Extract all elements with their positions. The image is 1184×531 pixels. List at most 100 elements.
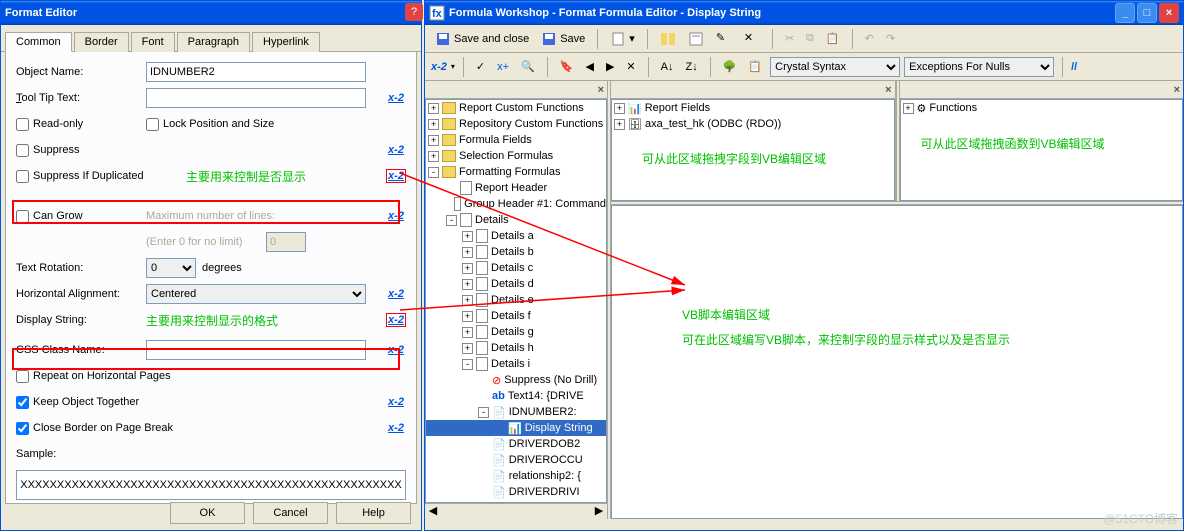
prev-bookmark[interactable]: ◀: [581, 58, 597, 75]
undo-button: ↶: [861, 30, 878, 47]
tooltip-input[interactable]: [146, 88, 366, 108]
tab-paragraph[interactable]: Paragraph: [177, 32, 250, 52]
x2-suppress[interactable]: x-2: [386, 144, 406, 156]
fields-note: 可从此区域拖拽字段到VB编辑区域: [642, 150, 826, 167]
x2-halign[interactable]: x-2: [386, 288, 406, 300]
x2-tooltip[interactable]: x-2: [386, 92, 406, 104]
vb-editor-area[interactable]: VB脚本编辑区域 可在此区域编写VB脚本，来控制字段的显示样式以及是否显示: [611, 205, 1183, 519]
properties-button[interactable]: [684, 29, 708, 49]
editor-note-1: VB脚本编辑区域: [682, 306, 770, 323]
save-close-button[interactable]: Save and close: [431, 29, 533, 49]
cssclass-label: CSS Class Name:: [16, 344, 146, 356]
tooltip-label: Tool Tip Text:: [16, 92, 146, 104]
minimize-icon[interactable]: _: [1115, 3, 1135, 23]
tree-node-details[interactable]: +Details e: [426, 292, 606, 308]
workshop-toolbar-1: Save and close Save ▾ ✎ ✕ ✂ ⧉ 📋 ↶ ↷: [425, 25, 1183, 53]
workshop-panels: × +Report Custom Functions +Repository C…: [425, 81, 1183, 519]
syntax-select[interactable]: Crystal Syntax: [770, 57, 900, 77]
cssclass-input[interactable]: [146, 340, 366, 360]
x2-keep[interactable]: x-2: [386, 396, 406, 408]
new-button[interactable]: ▾: [606, 29, 639, 49]
workshop-titlebar[interactable]: fx Formula Workshop - Format Formula Edi…: [425, 1, 1183, 25]
close-border-checkbox[interactable]: Close Border on Page Break: [16, 422, 173, 435]
format-editor-titlebar[interactable]: Format Editor ×: [1, 1, 421, 25]
tree-scrollbar[interactable]: ◀▶: [425, 503, 607, 519]
rename-button[interactable]: ✎: [712, 29, 736, 49]
help-button[interactable]: Help: [336, 502, 411, 524]
suppress-dup-checkbox[interactable]: Suppress If Duplicated: [16, 170, 144, 183]
degrees-label: degrees: [202, 262, 242, 274]
functions-panel: × +⚙Functions 可从此区域拖拽函数到VB编辑区域: [900, 81, 1184, 201]
toggle-tree[interactable]: 🌳: [719, 58, 741, 75]
workshop-title: Formula Workshop - Format Formula Editor…: [449, 7, 761, 19]
cut-button: ✂: [781, 30, 798, 47]
close-icon[interactable]: ×: [1159, 3, 1179, 23]
tab-bar: Common Border Font Paragraph Hyperlink: [1, 31, 421, 52]
clear-bookmark[interactable]: ✕: [622, 58, 639, 75]
tree-node-details[interactable]: +Details d: [426, 276, 606, 292]
tree-panel-header: ×: [425, 81, 607, 99]
next-bookmark[interactable]: ▶: [602, 58, 618, 75]
keep-together-checkbox[interactable]: Keep Object Together: [16, 396, 139, 409]
x2-close-border[interactable]: x-2: [386, 422, 406, 434]
cancel-button[interactable]: Cancel: [253, 502, 328, 524]
functions-close-icon[interactable]: ×: [1174, 84, 1180, 96]
maxlines-input: [266, 232, 306, 252]
delete-button[interactable]: ✕: [740, 29, 764, 49]
cangrow-checkbox[interactable]: Can Grow: [16, 210, 146, 223]
tree-node-details[interactable]: +Details b: [426, 244, 606, 260]
tree-node-details[interactable]: +Details a: [426, 228, 606, 244]
functions-tree[interactable]: +⚙Functions 可从此区域拖拽函数到VB编辑区域: [900, 99, 1184, 201]
sort-desc[interactable]: Z↓: [681, 59, 701, 75]
copy-button: ⧉: [802, 30, 818, 47]
fields-close-icon[interactable]: ×: [885, 84, 891, 96]
halign-label: Horizontal Alignment:: [16, 288, 146, 300]
object-name-input[interactable]: [146, 62, 366, 82]
rotation-label: Text Rotation:: [16, 262, 146, 274]
tab-border[interactable]: Border: [74, 32, 129, 52]
repeat-h-checkbox[interactable]: Repeat on Horizontal Pages: [16, 370, 171, 383]
sample-label: Sample:: [16, 448, 56, 460]
maxlines-label: Maximum number of lines:: [146, 210, 275, 222]
readonly-checkbox[interactable]: Read-only: [16, 118, 146, 131]
help-icon[interactable]: ?: [405, 3, 423, 21]
rotation-select[interactable]: 0: [146, 258, 196, 278]
window-title: Format Editor: [5, 7, 77, 19]
display-string-label: Display String:: [16, 314, 146, 326]
x2-cangrow[interactable]: x-2: [386, 210, 406, 222]
suppress-checkbox[interactable]: Suppress: [16, 144, 79, 157]
bookmark-button[interactable]: 🔖: [556, 58, 578, 75]
sort-asc[interactable]: A↓: [657, 59, 678, 75]
x2-display-string[interactable]: x-2: [386, 313, 406, 327]
tree-node-details[interactable]: +Details g: [426, 324, 606, 340]
tab-font[interactable]: Font: [131, 32, 175, 52]
halign-select[interactable]: Centered: [146, 284, 366, 304]
tab-common[interactable]: Common: [5, 32, 72, 52]
formula-workshop-window: fx Formula Workshop - Format Formula Edi…: [424, 0, 1184, 531]
find-button[interactable]: 🔍: [517, 58, 539, 75]
top-panels: × +📊Report Fields +🗄axa_test_hk (ODBC (R…: [611, 81, 1183, 201]
editor-note-2: 可在此区域编写VB脚本，来控制字段的显示样式以及是否显示: [682, 331, 1010, 348]
maximize-icon[interactable]: □: [1137, 3, 1157, 23]
panel-close-icon[interactable]: ×: [598, 84, 604, 96]
tree-node-details[interactable]: +Details h: [426, 340, 606, 356]
toggle-fields[interactable]: 📋: [744, 58, 766, 75]
formula-tree[interactable]: +Report Custom Functions +Repository Cus…: [425, 99, 607, 503]
fields-tree[interactable]: +📊Report Fields +🗄axa_test_hk (ODBC (RDO…: [611, 99, 895, 201]
toggle-panel-button[interactable]: [656, 29, 680, 49]
tab-hyperlink[interactable]: Hyperlink: [252, 32, 320, 52]
x2-toolbar[interactable]: x-2: [431, 61, 447, 73]
tab-content: Object Name: Tool Tip Text: x-2 Read-onl…: [5, 52, 417, 504]
save-button[interactable]: Save: [537, 29, 589, 49]
comment-button[interactable]: //: [1071, 61, 1077, 73]
ok-button[interactable]: OK: [170, 502, 245, 524]
formula-button[interactable]: x+: [493, 59, 513, 75]
lockpos-checkbox[interactable]: Lock Position and Size: [146, 118, 274, 131]
x2-cssclass[interactable]: x-2: [386, 344, 406, 356]
tree-node-details[interactable]: +Details c: [426, 260, 606, 276]
tree-node-details[interactable]: +Details f: [426, 308, 606, 324]
format-editor-window: Format Editor × ? Common Border Font Par…: [0, 0, 422, 531]
check-button[interactable]: ✓: [472, 58, 489, 75]
x2-suppress-dup[interactable]: x-2: [386, 169, 406, 183]
nulls-select[interactable]: Exceptions For Nulls: [904, 57, 1054, 77]
